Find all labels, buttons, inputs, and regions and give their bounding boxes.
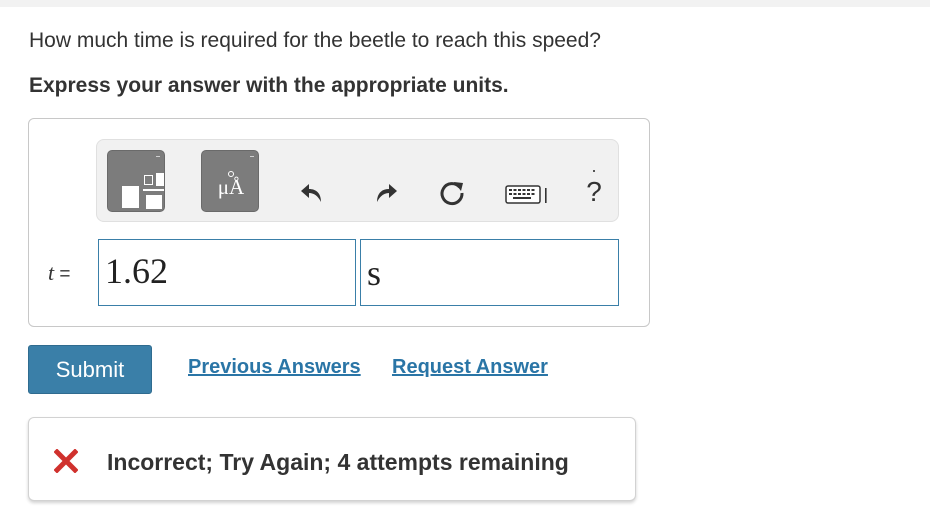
units-icon: μÅ	[217, 175, 245, 199]
dropdown-marker	[250, 156, 254, 157]
incorrect-x-icon	[54, 449, 78, 473]
previous-answers-link[interactable]: Previous Answers	[188, 356, 361, 379]
templates-button[interactable]	[107, 150, 165, 212]
value-input[interactable]: 1.62	[98, 239, 356, 306]
feedback-box: Incorrect; Try Again; 4 attempts remaini…	[28, 417, 636, 501]
submit-button[interactable]: Submit	[28, 345, 152, 394]
reset-icon[interactable]	[437, 178, 467, 208]
keyboard-icon[interactable]	[505, 184, 551, 206]
answer-panel: μÅ ? t = 1.62 s	[28, 118, 650, 327]
redo-icon[interactable]	[371, 178, 401, 208]
instruction-text: Express your answer with the appropriate…	[29, 74, 509, 97]
units-button[interactable]: μÅ	[201, 150, 259, 212]
help-icon[interactable]: ?	[579, 176, 609, 208]
request-answer-link[interactable]: Request Answer	[392, 356, 548, 379]
variable-label: t	[48, 260, 55, 285]
math-toolbar: μÅ ?	[96, 139, 619, 222]
question-text: How much time is required for the beetle…	[29, 29, 601, 52]
undo-icon[interactable]	[297, 178, 327, 208]
units-input[interactable]: s	[360, 239, 619, 306]
dropdown-marker	[156, 156, 160, 157]
answer-label: t =	[48, 260, 71, 286]
toolbar-dot	[593, 170, 595, 172]
equals-sign: =	[59, 264, 71, 285]
top-strip	[0, 0, 930, 7]
feedback-message: Incorrect; Try Again; 4 attempts remaini…	[107, 449, 569, 475]
